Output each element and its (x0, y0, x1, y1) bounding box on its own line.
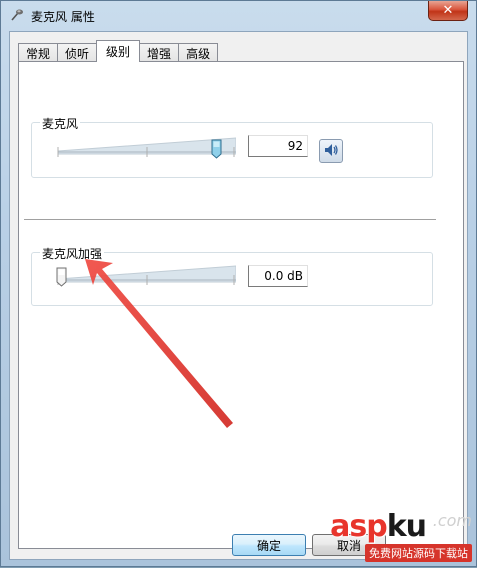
tab-listen[interactable]: 侦听 (57, 43, 98, 62)
cancel-button[interactable]: 取消 (312, 534, 386, 556)
tab-enhancements[interactable]: 增强 (139, 43, 180, 62)
tab-levels[interactable]: 级别 (96, 40, 141, 62)
microphone-group: 麦克风 92 (31, 115, 433, 178)
close-button[interactable]: ✕ (428, 1, 468, 21)
close-icon: ✕ (442, 3, 454, 18)
tab-strip: 常规 侦听 级别 增强 高级 (18, 40, 219, 62)
microphone-icon (9, 8, 25, 24)
tab-advanced[interactable]: 高级 (178, 43, 219, 62)
boost-group: 麦克风加强 0.0 dB (31, 245, 433, 306)
title-bar[interactable]: 麦克风 属性 ✕ (1, 1, 476, 31)
boost-level-slider[interactable] (56, 263, 236, 289)
microphone-level-value[interactable]: 92 (248, 135, 308, 157)
microphone-label: 麦克风 (40, 115, 81, 132)
mute-button[interactable] (319, 139, 343, 163)
tab-general[interactable]: 常规 (18, 43, 59, 62)
levels-panel: 麦克风 92 麦克风加强 0.0 dB (18, 61, 464, 549)
boost-level-value[interactable]: 0.0 dB (248, 265, 308, 287)
microphone-slider-thumb[interactable] (211, 139, 222, 159)
section-separator (24, 219, 436, 221)
microphone-level-slider[interactable] (56, 135, 236, 161)
boost-slider-thumb[interactable] (56, 267, 67, 287)
speaker-icon (323, 142, 339, 161)
properties-window: 麦克风 属性 ✕ 常规 侦听 级别 增强 高级 麦克风 92 麦克风加强 0.0… (0, 0, 477, 567)
dialog-client-area: 常规 侦听 级别 增强 高级 麦克风 92 麦克风加强 0.0 dB 确定 取消 (9, 31, 468, 560)
window-title: 麦克风 属性 (31, 9, 95, 24)
boost-label: 麦克风加强 (40, 245, 105, 262)
ok-button[interactable]: 确定 (232, 534, 306, 556)
